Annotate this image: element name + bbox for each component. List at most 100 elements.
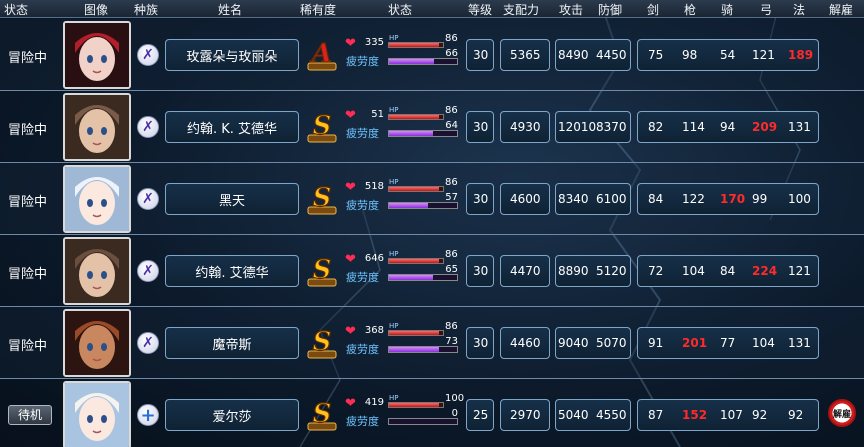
fatigue-value: 0 (451, 408, 458, 419)
header-attack: 攻击 (559, 3, 584, 17)
status-text: 冒险中 (8, 267, 48, 282)
character-portrait[interactable] (63, 309, 131, 377)
hp-bar-fill (389, 259, 440, 263)
level-box: 30 (466, 183, 494, 215)
hp-value: 51 (371, 109, 384, 120)
human-icon: + (137, 404, 159, 426)
spear-value: 152 (682, 408, 708, 422)
hp-max: 86 (445, 321, 458, 332)
heart-icon: ❤ (345, 108, 356, 123)
standby-button[interactable]: 待机 (8, 405, 52, 425)
level-box: 30 (466, 327, 494, 359)
fatigue-bar (388, 58, 458, 65)
header-defense: 防御 (598, 3, 623, 17)
attack-value: 8890 (558, 264, 589, 278)
hp-bar-fill (389, 115, 440, 119)
attack-defense-box: 12010 8370 (555, 111, 631, 143)
header-command: 支配力 (503, 3, 540, 17)
hp-value: 518 (364, 181, 384, 192)
level-box: 25 (466, 399, 494, 431)
character-portrait[interactable] (63, 237, 131, 305)
fatigue-bar (388, 274, 458, 281)
fatigue-bar (388, 346, 458, 353)
attack-value: 8490 (558, 48, 589, 62)
svg-text:S: S (313, 183, 332, 213)
header-cavalry: 骑 (721, 3, 734, 17)
fatigue-value: 64 (445, 120, 458, 131)
magic-value: 121 (788, 264, 811, 278)
level-value: 30 (473, 264, 489, 278)
hp-label: HP (389, 34, 399, 42)
attack-defense-box: 5040 4550 (555, 399, 631, 431)
cavalry-value: 77 (720, 336, 736, 350)
level-value: 30 (473, 48, 489, 62)
sword-value: 91 (648, 336, 664, 350)
dismiss-button[interactable]: 解雇 (828, 399, 856, 427)
character-name[interactable]: 玫露朵与玫丽朵 (165, 39, 299, 71)
command-value: 2970 (510, 408, 541, 422)
fatigue-value: 65 (445, 264, 458, 275)
fatigue-bar (388, 418, 458, 425)
character-portrait[interactable] (63, 93, 131, 161)
demon-icon: ✗ (137, 116, 159, 138)
attack-value: 5040 (558, 408, 589, 422)
level-value: 25 (473, 408, 489, 422)
command-box: 4470 (500, 255, 550, 287)
character-portrait[interactable] (63, 165, 131, 233)
svg-text:A: A (309, 39, 332, 69)
spear-value: 114 (682, 120, 705, 134)
character-row[interactable]: 冒险中 ✗ 约翰. 艾德华 S ❤ 646 HP 86 疲劳度 65 30 4470 8890 5120 7… (0, 235, 864, 307)
heart-icon: ❤ (345, 396, 356, 411)
character-row[interactable]: 冒险中 ✗ 黑天 S ❤ 518 HP 86 疲劳度 57 30 4600 8340 6100 84 122 1… (0, 163, 864, 235)
heart-icon: ❤ (345, 252, 356, 267)
character-row[interactable]: 待机 + 爱尔莎 S ❤ 419 HP 100 疲劳度 0 25 2970 5040 4550 87 152 1… (0, 379, 864, 447)
character-name[interactable]: 爱尔莎 (165, 399, 299, 431)
attack-value: 9040 (558, 336, 589, 350)
hp-bar-fill (389, 43, 440, 47)
command-box: 5365 (500, 39, 550, 71)
fatigue-value: 57 (445, 192, 458, 203)
hp-value: 419 (364, 397, 384, 408)
header-bow: 弓 (760, 3, 773, 17)
rarity-badge: S (305, 397, 339, 433)
character-name[interactable]: 约翰. 艾德华 (165, 255, 299, 287)
hp-bar (388, 258, 444, 264)
weapon-stats-box: 87 152 107 92 92 (637, 399, 819, 431)
heart-icon: ❤ (345, 180, 356, 195)
command-value: 4460 (510, 336, 541, 350)
character-row[interactable]: 冒险中 ✗ 玫露朵与玫丽朵 A ❤ 335 HP 86 疲劳度 66 30 5365 8490 4450 7… (0, 19, 864, 91)
hp-bar-fill (389, 403, 440, 407)
bow-value: 104 (752, 336, 775, 350)
header-status: 状态 (4, 3, 29, 17)
attack-defense-box: 8490 4450 (555, 39, 631, 71)
hp-bar (388, 42, 444, 48)
header-dismiss: 解雇 (829, 3, 854, 17)
rarity-badge: S (305, 109, 339, 145)
character-portrait[interactable] (63, 21, 131, 89)
command-value: 4470 (510, 264, 541, 278)
command-value: 5365 (510, 48, 541, 62)
hp-max: 86 (445, 249, 458, 260)
character-name[interactable]: 约翰. K. 艾德华 (165, 111, 299, 143)
character-row[interactable]: 冒险中 ✗ 约翰. K. 艾德华 S ❤ 51 HP 86 疲劳度 64 30 4930 12010 83… (0, 91, 864, 163)
character-portrait[interactable] (63, 381, 131, 447)
hp-bar (388, 186, 444, 192)
character-name[interactable]: 黑天 (165, 183, 299, 215)
hp-value: 368 (364, 325, 384, 336)
status-text: 冒险中 (8, 51, 48, 66)
attack-defense-box: 8890 5120 (555, 255, 631, 287)
defense-value: 6100 (596, 192, 627, 206)
hp-label: HP (389, 178, 399, 186)
character-row[interactable]: 冒险中 ✗ 魔帝斯 S ❤ 368 HP 86 疲劳度 73 30 4460 9040 5070 91 201… (0, 307, 864, 379)
demon-icon: ✗ (137, 44, 159, 66)
level-box: 30 (466, 39, 494, 71)
command-value: 4600 (510, 192, 541, 206)
fatigue-bar (388, 202, 458, 209)
character-name[interactable]: 魔帝斯 (165, 327, 299, 359)
hp-value: 646 (364, 253, 384, 264)
header-race: 种族 (134, 3, 159, 17)
rarity-badge: S (305, 325, 339, 361)
attack-defense-box: 9040 5070 (555, 327, 631, 359)
sword-value: 87 (648, 408, 664, 422)
fatigue-bar (388, 130, 458, 137)
